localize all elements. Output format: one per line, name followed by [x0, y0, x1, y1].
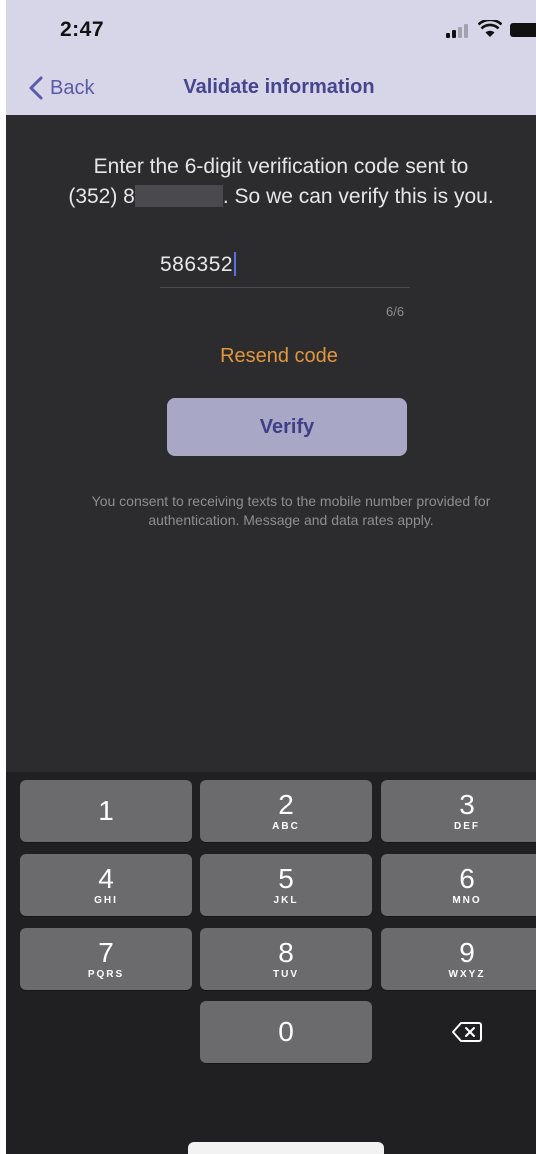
instruction-line-2: (352) 8 . So we can verify this is you.	[26, 182, 536, 212]
status-icons	[436, 20, 536, 40]
instruction-text: Enter the 6-digit verification code sent…	[26, 152, 536, 212]
key-letters: PQRS	[87, 968, 125, 980]
key-5[interactable]: 5 JKL	[200, 854, 372, 916]
key-letters: DEF	[454, 820, 480, 832]
key-0[interactable]: 0	[200, 1001, 372, 1063]
status-time: 2:47	[60, 18, 105, 41]
key-4[interactable]: 4 GHI	[20, 854, 192, 916]
key-number: 1	[98, 795, 114, 826]
key-letters: TUV	[273, 968, 299, 980]
signal-icon	[446, 22, 472, 38]
key-number: 7	[98, 936, 114, 968]
key-3[interactable]: 3 DEF	[381, 780, 536, 842]
delete-key[interactable]	[381, 1001, 536, 1063]
resend-code-link[interactable]: Resend code	[6, 345, 536, 368]
consent-text: You consent to receiving texts to the mo…	[91, 493, 491, 528]
key-number: 3	[459, 788, 475, 820]
key-2[interactable]: 2 ABC	[200, 780, 372, 842]
page-title: Validate information	[183, 76, 375, 98]
key-number: 0	[278, 1016, 294, 1047]
key-letters: MNO	[452, 894, 482, 906]
instruction-line-1: Enter the 6-digit verification code sent…	[93, 155, 469, 178]
key-9[interactable]: 9 WXYZ	[381, 928, 536, 990]
key-letters: WXYZ	[448, 968, 486, 980]
key-8[interactable]: 8 TUV	[200, 928, 372, 990]
numeric-keypad: 1 2 ABC 3 DEF 4 GHI 5 JKL 6 MNO 7 PQRS 8…	[6, 772, 536, 1154]
phone-prefix: (352) 8	[68, 185, 135, 208]
wifi-icon	[478, 20, 502, 37]
verify-button-label: Verify	[259, 415, 315, 438]
key-letters: ABC	[272, 820, 300, 832]
key-number: 5	[278, 862, 294, 894]
key-number: 2	[278, 788, 294, 820]
verify-button[interactable]: Verify	[167, 398, 407, 456]
verification-screen: 2:47 Back Validate information Enter the…	[6, 0, 536, 1154]
key-number: 4	[98, 862, 114, 894]
key-letters: JKL	[273, 894, 299, 906]
key-number: 9	[459, 936, 475, 968]
key-1[interactable]: 1	[20, 780, 192, 842]
backspace-icon	[452, 1022, 482, 1042]
instruction-suffix: . So we can verify this is you.	[222, 185, 494, 208]
code-value: 586352	[160, 253, 234, 276]
home-indicator	[188, 1142, 384, 1154]
character-counter: 6/6	[386, 304, 405, 319]
verification-code-input[interactable]: 586352	[160, 248, 410, 288]
battery-icon	[510, 23, 536, 37]
key-6[interactable]: 6 MNO	[381, 854, 536, 916]
key-letters: GHI	[94, 894, 118, 906]
text-caret	[234, 252, 237, 276]
top-bar: 2:47 Back Validate information	[6, 0, 536, 115]
key-number: 8	[278, 936, 294, 968]
key-7[interactable]: 7 PQRS	[20, 928, 192, 990]
redacted-phone-mask	[134, 185, 223, 207]
key-number: 6	[459, 862, 475, 894]
